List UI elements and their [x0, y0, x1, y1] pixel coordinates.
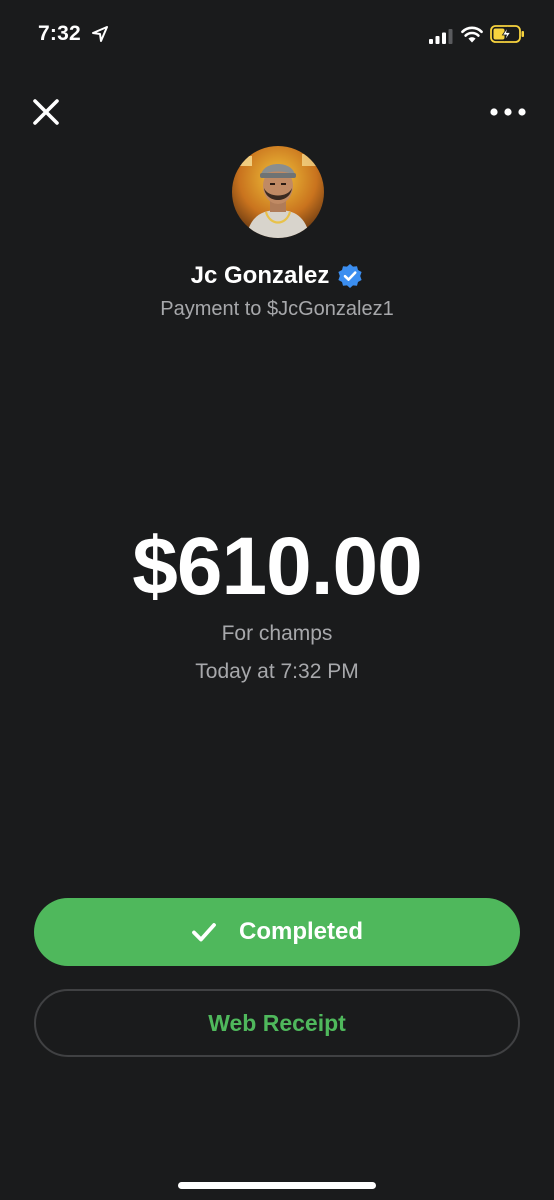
- payment-note: For champs: [221, 622, 333, 645]
- completed-label: Completed: [238, 918, 363, 945]
- cellular-signal-icon: [429, 29, 453, 44]
- payment-detail-screen: 7:32 Jc Gonzalez Payment to $JcGonzalez1…: [0, 0, 554, 1200]
- payment-date: Today at 7:32 PM: [195, 660, 359, 683]
- completed-button[interactable]: Completed: [34, 898, 520, 966]
- payment-to-label: Payment to $JcGonzalez1: [160, 298, 394, 320]
- battery-charging-icon: [490, 25, 524, 43]
- status-time: 7:32: [38, 22, 81, 45]
- location-arrow-icon: [92, 26, 108, 42]
- more-options-button[interactable]: [484, 96, 532, 128]
- recipient-name: Jc Gonzalez: [190, 262, 330, 289]
- recipient-name-row: Jc Gonzalez: [0, 258, 554, 294]
- checkmark-icon: [192, 923, 216, 942]
- status-bar: 7:32: [0, 0, 554, 70]
- payment-amount: $610.00: [132, 521, 422, 612]
- close-icon: [33, 99, 59, 125]
- web-receipt-button[interactable]: Web Receipt: [34, 989, 520, 1057]
- verified-badge-icon: [338, 264, 362, 288]
- close-button[interactable]: [28, 94, 64, 130]
- recipient-avatar[interactable]: [232, 146, 324, 238]
- web-receipt-label: Web Receipt: [208, 1009, 346, 1036]
- avatar-photo: [232, 146, 324, 238]
- more-horizontal-icon: [490, 108, 526, 116]
- home-indicator[interactable]: [178, 1182, 376, 1189]
- wifi-icon: [461, 26, 483, 43]
